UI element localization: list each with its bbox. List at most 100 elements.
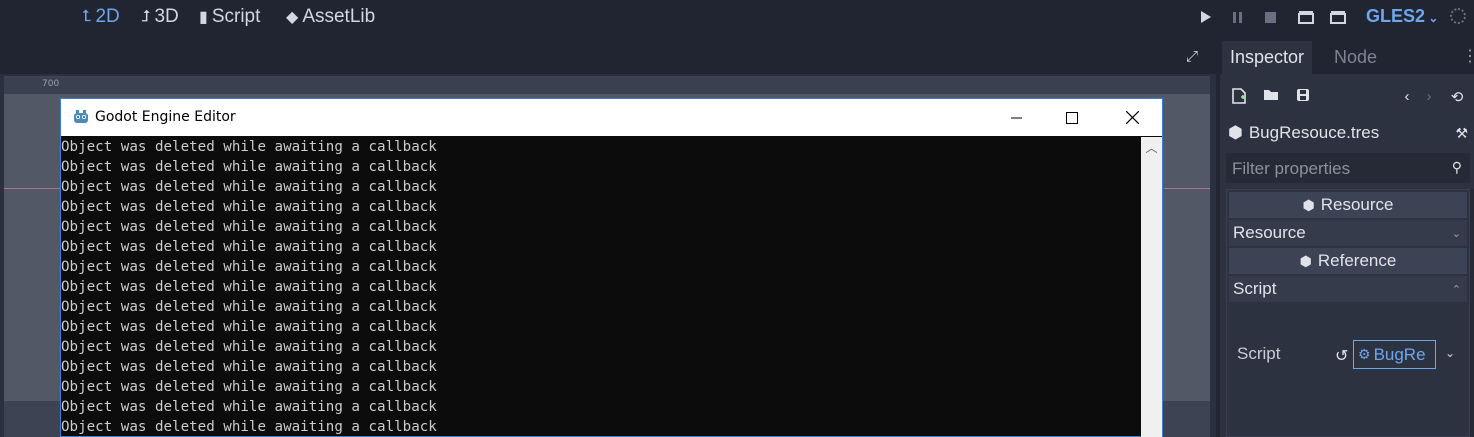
edited-resource[interactable]: ⬢ BugResouce.tres ⚒ — [1228, 121, 1468, 145]
godot-logo-icon — [74, 110, 88, 123]
category-reference-label: Reference — [1317, 251, 1397, 270]
tab-inspector-label: Inspector — [1230, 47, 1305, 67]
kebab-menu-icon[interactable]: ⋮ — [1462, 46, 1474, 66]
inspector-dock: Inspector Node ⋮ ‹ › ⟲ ⬢ BugResouce.tres… — [1218, 36, 1474, 437]
script-value-label: BugRe — [1373, 344, 1426, 364]
console-line: Object was deleted while awaiting a call… — [61, 259, 437, 275]
stop-icon — [1264, 11, 1276, 23]
workspace-assetlib-button[interactable]: ◆ AssetLib — [286, 6, 375, 28]
minimize-icon — [1010, 117, 1022, 119]
console-line: Object was deleted while awaiting a call… — [61, 279, 437, 295]
script-value-button[interactable]: ⚙ BugRe — [1353, 340, 1436, 369]
console-line: Object was deleted while awaiting a call… — [61, 339, 437, 355]
maximize-icon — [1066, 111, 1078, 124]
new-resource-icon[interactable] — [1230, 88, 1248, 108]
history-icon[interactable]: ⟲ — [1448, 88, 1466, 106]
workspace-script-button[interactable]: ▮ Script — [199, 6, 260, 28]
inspector-scrollbar[interactable] — [1470, 189, 1474, 437]
section-script-label: Script — [1233, 279, 1277, 298]
console-line: Object was deleted while awaiting a call… — [61, 319, 437, 335]
section-resource-label: Resource — [1233, 223, 1306, 242]
filter-properties-field[interactable]: Filter properties ⚲ — [1226, 153, 1470, 183]
fullscreen-icon[interactable]: ⤢ — [1186, 48, 1198, 65]
history-forward-icon[interactable]: › — [1420, 88, 1438, 105]
console-titlebar[interactable]: Godot Engine Editor — [61, 99, 1162, 136]
console-line: Object was deleted while awaiting a call… — [61, 139, 437, 155]
console-line: Object was deleted while awaiting a call… — [61, 299, 437, 315]
update-spinner-icon — [1450, 8, 1466, 24]
category-reference: ⬢ Reference — [1229, 248, 1467, 274]
close-icon — [1125, 111, 1139, 124]
gear-icon: ⚙ — [1358, 346, 1371, 362]
chevron-down-icon[interactable]: ⌄ — [1445, 346, 1455, 360]
3d-icon: ⮥ — [141, 8, 151, 25]
save-icon[interactable] — [1294, 88, 1312, 106]
category-resource: ⬢ Resource — [1229, 192, 1467, 218]
console-line: Object was deleted while awaiting a call… — [61, 179, 437, 195]
property-list: ⬢ Resource Resource ⌄ ⬢ Reference Script… — [1226, 189, 1470, 437]
script-icon: ▮ — [199, 9, 208, 26]
workspace-assetlib-label: AssetLib — [302, 6, 376, 27]
category-resource-label: Resource — [1320, 195, 1394, 214]
clapperboard-custom-icon — [1330, 11, 1346, 24]
viewport-toolbar: ⤢ — [0, 36, 1216, 74]
console-window: Godot Engine Editor Object was deleted w… — [60, 98, 1163, 437]
workspace-2d-label: 2D — [95, 6, 120, 27]
play-icon — [1201, 11, 1211, 23]
workspace-2d-button[interactable]: ⮤ 2D — [82, 6, 120, 28]
stop-button[interactable] — [1262, 8, 1278, 26]
scroll-up-icon[interactable]: ︿ — [1141, 137, 1162, 157]
console-line: Object was deleted while awaiting a call… — [61, 159, 437, 175]
filter-placeholder: Filter properties — [1232, 159, 1351, 178]
top-bar: ⮤ 2D ⮥ 3D ▮ Script ◆ AssetLib GLES2 ⌄ — [0, 0, 1474, 36]
play-button[interactable] — [1198, 8, 1214, 26]
console-line: Object was deleted while awaiting a call… — [61, 399, 437, 415]
workspace-3d-label: 3D — [154, 6, 179, 27]
play-scene-button[interactable] — [1298, 8, 1314, 26]
2d-icon: ⮤ — [82, 8, 92, 25]
horizontal-ruler — [4, 78, 1210, 95]
property-script: Script ↺ ⚙ BugRe ⌄ — [1229, 340, 1467, 372]
close-button[interactable] — [1109, 99, 1155, 136]
search-icon: ⚲ — [1451, 159, 1462, 175]
section-script[interactable]: Script ⌃ — [1229, 276, 1467, 302]
history-back-icon[interactable]: ‹ — [1398, 88, 1416, 105]
pause-icon — [1233, 11, 1242, 23]
workspace-script-label: Script — [211, 6, 261, 27]
tab-inspector[interactable]: Inspector — [1222, 41, 1313, 74]
renderer-select[interactable]: GLES2 ⌄ — [1366, 6, 1438, 27]
console-line: Object was deleted while awaiting a call… — [61, 379, 437, 395]
open-folder-icon[interactable] — [1262, 88, 1280, 105]
chevron-up-icon: ⌃ — [1451, 283, 1461, 296]
x-axis-line-right — [1164, 188, 1210, 189]
renderer-label: GLES2 — [1366, 6, 1426, 26]
assetlib-icon: ◆ — [286, 9, 299, 26]
console-scrollbar[interactable]: ︿ — [1141, 137, 1162, 437]
section-resource[interactable]: Resource ⌄ — [1229, 220, 1467, 246]
ruler-tick-label: 700 — [42, 79, 60, 89]
tab-node[interactable]: Node — [1326, 41, 1385, 74]
console-line: Object was deleted while awaiting a call… — [61, 219, 437, 235]
console-line: Object was deleted while awaiting a call… — [61, 239, 437, 255]
revert-icon[interactable]: ↺ — [1335, 346, 1348, 366]
play-custom-scene-button[interactable] — [1330, 8, 1346, 26]
console-output[interactable]: Object was deleted while awaiting a call… — [61, 137, 1141, 437]
property-script-label: Script — [1237, 344, 1281, 363]
tab-node-label: Node — [1334, 47, 1378, 67]
x-axis-line — [4, 188, 64, 189]
clapperboard-icon — [1298, 11, 1314, 24]
minimize-button[interactable] — [993, 99, 1039, 136]
maximize-button[interactable] — [1049, 99, 1095, 136]
console-title: Godot Engine Editor — [95, 109, 236, 125]
chevron-down-icon: ⌄ — [1425, 11, 1439, 25]
console-line: Object was deleted while awaiting a call… — [61, 199, 437, 215]
resource-cube-icon: ⬢ — [1228, 123, 1243, 142]
chevron-down-icon: ⌄ — [1451, 227, 1461, 240]
console-line: Object was deleted while awaiting a call… — [61, 419, 437, 435]
pause-button[interactable] — [1230, 8, 1246, 26]
workspace-3d-button[interactable]: ⮥ 3D — [141, 6, 179, 28]
console-line: Object was deleted while awaiting a call… — [61, 359, 437, 375]
object-properties-icon[interactable]: ⚒ — [1455, 125, 1468, 142]
reference-cube-icon: ⬢ — [1299, 252, 1312, 269]
resource-name: BugResouce.tres — [1248, 123, 1380, 142]
